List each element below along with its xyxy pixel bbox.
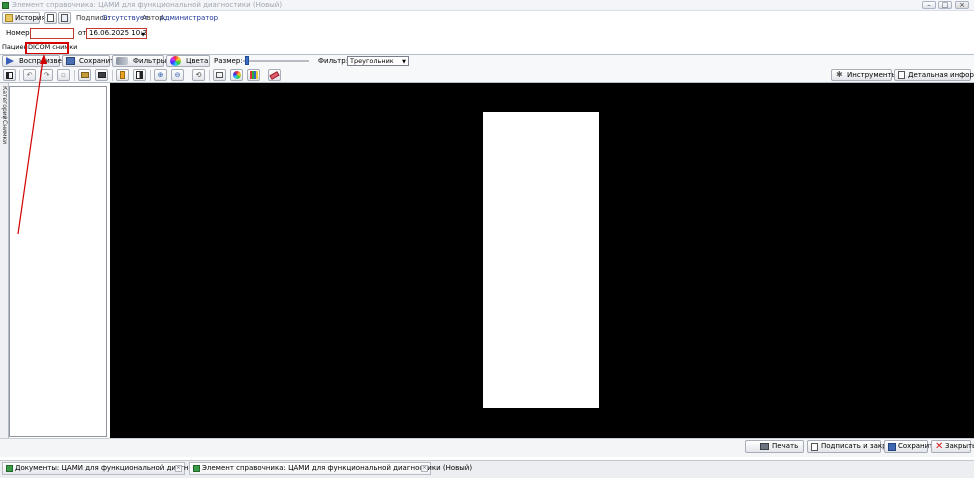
task-element[interactable]: Элемент справочника: ЦАМИ для функционал… xyxy=(189,462,472,475)
screen-button[interactable] xyxy=(95,69,108,81)
document-icon-button[interactable] xyxy=(44,12,57,24)
image-canvas[interactable] xyxy=(483,112,599,408)
brightness-icon xyxy=(120,71,125,79)
close-label: Закрыть xyxy=(945,442,974,450)
print-preview-icon-button[interactable] xyxy=(58,12,71,24)
document-icon xyxy=(47,14,54,22)
maximize-button[interactable]: □ xyxy=(938,1,952,9)
close-window-button[interactable]: × xyxy=(955,1,969,9)
wrench-icon: ✱ xyxy=(836,70,843,79)
close-tab-icon[interactable]: × xyxy=(421,465,428,472)
filter-label: Фильтр: xyxy=(318,57,349,65)
filters-icon xyxy=(116,57,128,65)
history-icon xyxy=(5,14,13,22)
task-docs-label: Документы: ЦАМИ для функциональной диагн… xyxy=(15,464,215,472)
crop-icon xyxy=(216,72,223,78)
task-element-label: Элемент справочника: ЦАМИ для функционал… xyxy=(202,464,473,472)
print-label: Печать xyxy=(772,442,799,450)
grid-icon xyxy=(249,71,258,79)
number-label: Номер: xyxy=(6,29,32,37)
history-label: История xyxy=(15,14,46,22)
color-wheel-icon xyxy=(170,56,181,66)
close-icon: ✕ xyxy=(935,441,944,452)
toolbar-separator xyxy=(150,70,151,81)
task-docs[interactable]: Документы: ЦАМИ для функциональной диагн… xyxy=(2,462,214,475)
annotation-arrow xyxy=(17,54,47,235)
zoom-in-icon: ⊕ xyxy=(157,70,164,79)
eraser-button[interactable] xyxy=(268,69,281,81)
sign-icon xyxy=(811,443,818,451)
close-button[interactable]: ✕ Закрыть xyxy=(931,440,974,453)
color-map-button[interactable] xyxy=(230,69,243,81)
rotate-button[interactable]: ⟲ xyxy=(192,69,205,81)
date-value: 16.06.2025 10:2€ xyxy=(89,29,147,37)
title-bar: Элемент справочника: ЦАМИ для функционал… xyxy=(0,0,974,11)
date-input[interactable]: 16.06.2025 10:2€ ▼ xyxy=(86,28,147,39)
colors-label: Цвета xyxy=(186,57,209,65)
color-map-icon xyxy=(232,71,241,79)
instruments-button[interactable]: ✱ Инструменты xyxy=(831,69,897,81)
tools-toolbar xyxy=(0,68,974,83)
filters-button[interactable]: Фильтры xyxy=(112,55,167,67)
brightness-button[interactable] xyxy=(116,69,129,81)
image-icon xyxy=(80,72,89,78)
rotate-icon: ⟲ xyxy=(195,70,202,79)
arrow-head xyxy=(40,54,47,64)
colors-button[interactable]: Цвета xyxy=(166,55,210,67)
toolbar-separator xyxy=(112,70,113,81)
zoom-in-button[interactable]: ⊕ xyxy=(154,69,167,81)
close-tab-icon[interactable]: × xyxy=(175,465,182,472)
save-button[interactable]: Сохранить xyxy=(884,440,937,453)
details-icon xyxy=(898,71,905,79)
toolbar-separator xyxy=(209,70,210,81)
filter-select[interactable]: Треугольник ▼ xyxy=(347,56,409,66)
app-icon xyxy=(2,2,9,9)
docs-icon xyxy=(6,465,13,472)
chevron-down-icon[interactable]: ▼ xyxy=(141,31,145,38)
size-slider-thumb[interactable] xyxy=(245,56,250,65)
number-input[interactable] xyxy=(30,28,74,39)
details-label: Детальная информация xyxy=(908,71,974,79)
minimize-button[interactable]: – xyxy=(922,1,936,9)
details-button[interactable]: Детальная информация xyxy=(894,69,974,81)
filters-label: Фильтры xyxy=(133,57,167,65)
size-slider[interactable] xyxy=(243,56,309,65)
element-icon xyxy=(193,465,200,472)
history-button[interactable]: История xyxy=(2,12,46,24)
window-level-button[interactable] xyxy=(133,69,146,81)
zoom-out-button[interactable]: ⊖ xyxy=(171,69,184,81)
window-level-icon xyxy=(136,71,143,79)
filter-value: Треугольник xyxy=(350,57,394,65)
screen-icon xyxy=(97,72,106,78)
print-button[interactable]: Печать xyxy=(745,440,804,453)
window-title: Элемент справочника: ЦАМИ для функционал… xyxy=(12,1,283,9)
arrow-line xyxy=(17,59,44,235)
eraser-icon xyxy=(269,70,280,80)
author-value: Администратор xyxy=(160,14,219,22)
instruments-label: Инструменты xyxy=(847,71,898,79)
size-label: Размер: xyxy=(214,57,243,65)
crop-button[interactable] xyxy=(213,69,226,81)
sign-close-button[interactable]: Подписать и закрыть xyxy=(807,440,900,453)
zoom-out-icon: ⊖ xyxy=(174,70,181,79)
chevron-down-icon[interactable]: ▼ xyxy=(402,58,406,66)
floppy-icon xyxy=(888,443,896,451)
print-preview-icon xyxy=(61,14,68,22)
grid-button[interactable] xyxy=(247,69,260,81)
printer-icon xyxy=(760,443,769,450)
